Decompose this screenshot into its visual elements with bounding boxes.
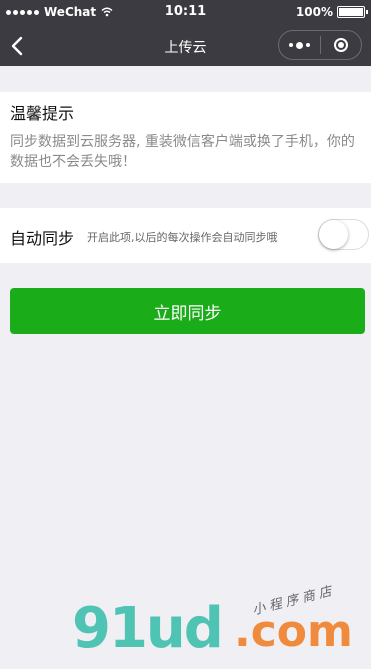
menu-capsule [278, 30, 362, 60]
watermark-domain: .com [234, 606, 353, 657]
notice-title: 温馨提示 [10, 104, 75, 123]
watermark-logo: 91ud .com 小程序商店 [72, 583, 362, 666]
navigation-bar: 上传云 [0, 26, 371, 66]
toggle-knob [319, 220, 348, 249]
battery-percent: 100% [295, 5, 333, 19]
auto-sync-row: 自动同步 开启此项,以后的每次操作会自动同步哦 [0, 208, 371, 263]
battery-icon [337, 6, 368, 18]
more-icon[interactable] [279, 31, 320, 59]
status-bar: WeChat 10:11 100% [0, 0, 371, 26]
auto-sync-hint: 开启此项,以后的每次操作会自动同步哦 [87, 231, 278, 244]
notice-card: 温馨提示 同步数据到云服务器, 重装微信客户端或换了手机，你的数据也不会丢失哦！ [0, 92, 371, 183]
auto-sync-label: 自动同步 [10, 229, 75, 248]
watermark-logo-text: 91ud [72, 596, 224, 661]
close-miniprogram-icon[interactable] [321, 31, 361, 59]
notice-body: 同步数据到云服务器, 重装微信客户端或换了手机，你的数据也不会丢失哦！ [10, 134, 355, 170]
sync-now-button[interactable]: 立即同步 [10, 288, 365, 334]
auto-sync-toggle[interactable] [318, 219, 369, 250]
status-right: 100% [295, 5, 368, 19]
